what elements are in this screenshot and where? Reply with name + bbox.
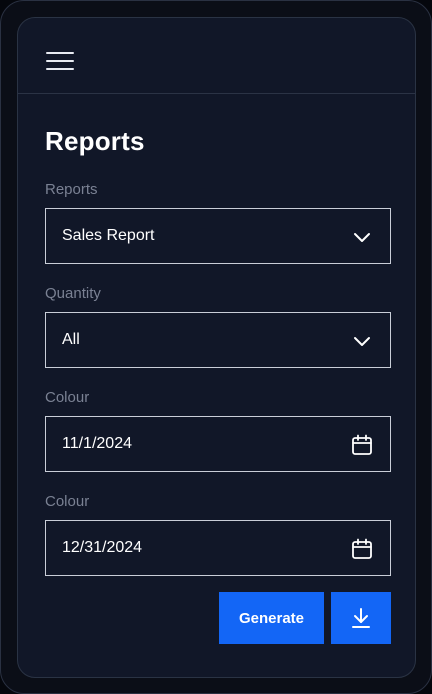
quantity-label: Quantity	[45, 285, 101, 302]
hamburger-menu-icon[interactable]	[46, 52, 74, 72]
end-date-field[interactable]: 12/31/2024	[45, 520, 391, 576]
quantity-select[interactable]: All	[45, 312, 391, 368]
reports-select-value: Sales Report	[62, 227, 155, 244]
generate-button[interactable]: Generate	[219, 592, 324, 644]
top-bar	[18, 18, 415, 94]
download-button[interactable]	[331, 592, 391, 644]
start-date-field[interactable]: 11/1/2024	[45, 416, 391, 472]
calendar-icon[interactable]	[350, 433, 374, 457]
end-date-label: Colour	[45, 493, 90, 510]
reports-panel: Reports Reports Sales Report Quantity Al…	[17, 17, 416, 678]
start-date-value: 11/1/2024	[62, 435, 132, 452]
quantity-select-value: All	[62, 331, 80, 348]
device-frame: Reports Reports Sales Report Quantity Al…	[0, 0, 432, 694]
download-icon	[352, 608, 370, 628]
calendar-icon[interactable]	[350, 537, 374, 561]
start-date-label: Colour	[45, 389, 90, 406]
chevron-down-icon	[354, 233, 370, 242]
reports-label: Reports	[45, 181, 98, 198]
page-title: Reports	[45, 126, 145, 156]
end-date-value: 12/31/2024	[62, 539, 143, 556]
chevron-down-icon	[354, 337, 370, 346]
reports-select[interactable]: Sales Report	[45, 208, 391, 264]
